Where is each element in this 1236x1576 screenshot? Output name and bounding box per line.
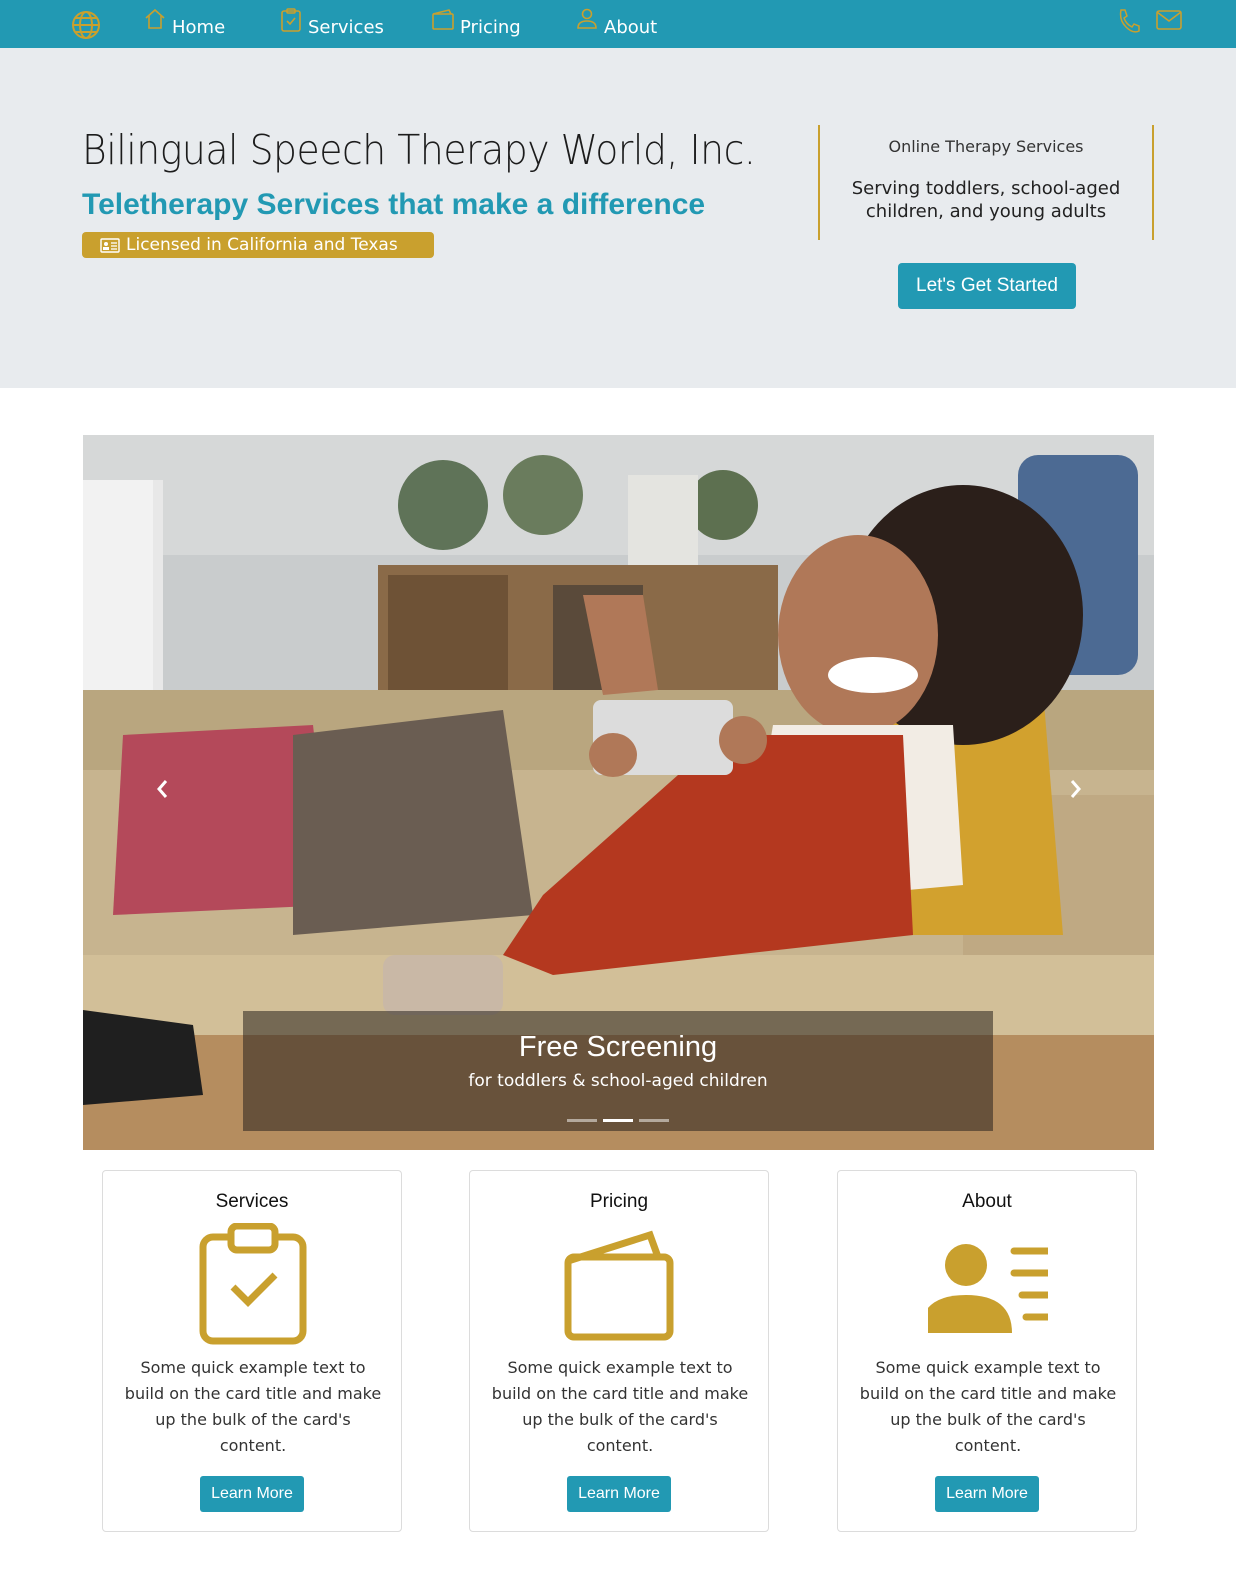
card-title: Pricing [589,1191,649,1212]
carousel-indicator-3[interactable] [639,1119,669,1122]
card-text: Some quick example text to build on the … [491,1358,749,1455]
clipboard-check-icon [199,1223,307,1345]
wallet-icon [564,1230,674,1341]
carousel-next-button[interactable] [1055,769,1095,809]
info-box: Online Therapy Services Serving toddlers… [818,125,1154,240]
carousel-caption: Free Screening for toddlers & school-age… [243,1011,993,1131]
phone-icon[interactable] [1116,8,1140,34]
nav-services[interactable]: Services [280,0,384,48]
chevron-right-icon [1070,780,1081,798]
page-title: Bilingual Speech Therapy World, Inc. [82,126,756,174]
learn-more-services-button[interactable]: Learn More [200,1476,304,1512]
carousel-indicator-2[interactable] [603,1119,633,1122]
globe-icon[interactable] [70,9,102,41]
card-about: About Some quick example text to build o… [837,1170,1137,1532]
caption-text: for toddlers & school-aged children [468,1071,768,1091]
info-heading: Online Therapy Services [888,137,1084,156]
person-id-icon [928,1244,1048,1333]
card-title: About [962,1191,1012,1212]
hero-section: Bilingual Speech Therapy World, Inc. Tel… [0,48,1236,388]
clipboard-check-icon [281,8,301,32]
get-started-button[interactable]: Let's Get Started [898,263,1076,309]
license-badge: Licensed in California and Texas [82,232,434,258]
envelope-icon[interactable] [1156,10,1182,30]
house-icon [145,8,165,29]
card-text: Some quick example text to build on the … [124,1358,382,1455]
license-badge-label: Licensed in California and Texas [126,235,398,255]
carousel-prev-button[interactable] [143,769,183,809]
id-card-icon [100,237,120,253]
card-pricing: Pricing Some quick example text to build… [469,1170,769,1532]
nav-home[interactable]: Home [144,0,225,48]
navbar: Home Services Pricing About [0,0,1236,48]
carousel-indicator-1[interactable] [567,1119,597,1122]
card-services: Services Some quick example text to buil… [102,1170,402,1532]
caption-title: Free Screening [518,1031,718,1063]
learn-more-pricing-button[interactable]: Learn More [567,1476,671,1512]
info-text: Serving toddlers, school-aged children, … [851,178,1121,222]
nav-pricing[interactable]: Pricing [432,0,521,48]
nav-about[interactable]: About [576,0,657,48]
carousel-indicators [243,1119,993,1122]
learn-more-about-button[interactable]: Learn More [935,1476,1039,1512]
person-icon [577,8,597,29]
hero-subtitle: Teletherapy Services that make a differe… [82,188,706,221]
chevron-left-icon [157,780,168,798]
wallet-icon [432,9,454,30]
carousel: Free Screening for toddlers & school-age… [83,435,1154,1150]
card-title: Services [215,1191,289,1212]
card-text: Some quick example text to build on the … [859,1358,1117,1455]
